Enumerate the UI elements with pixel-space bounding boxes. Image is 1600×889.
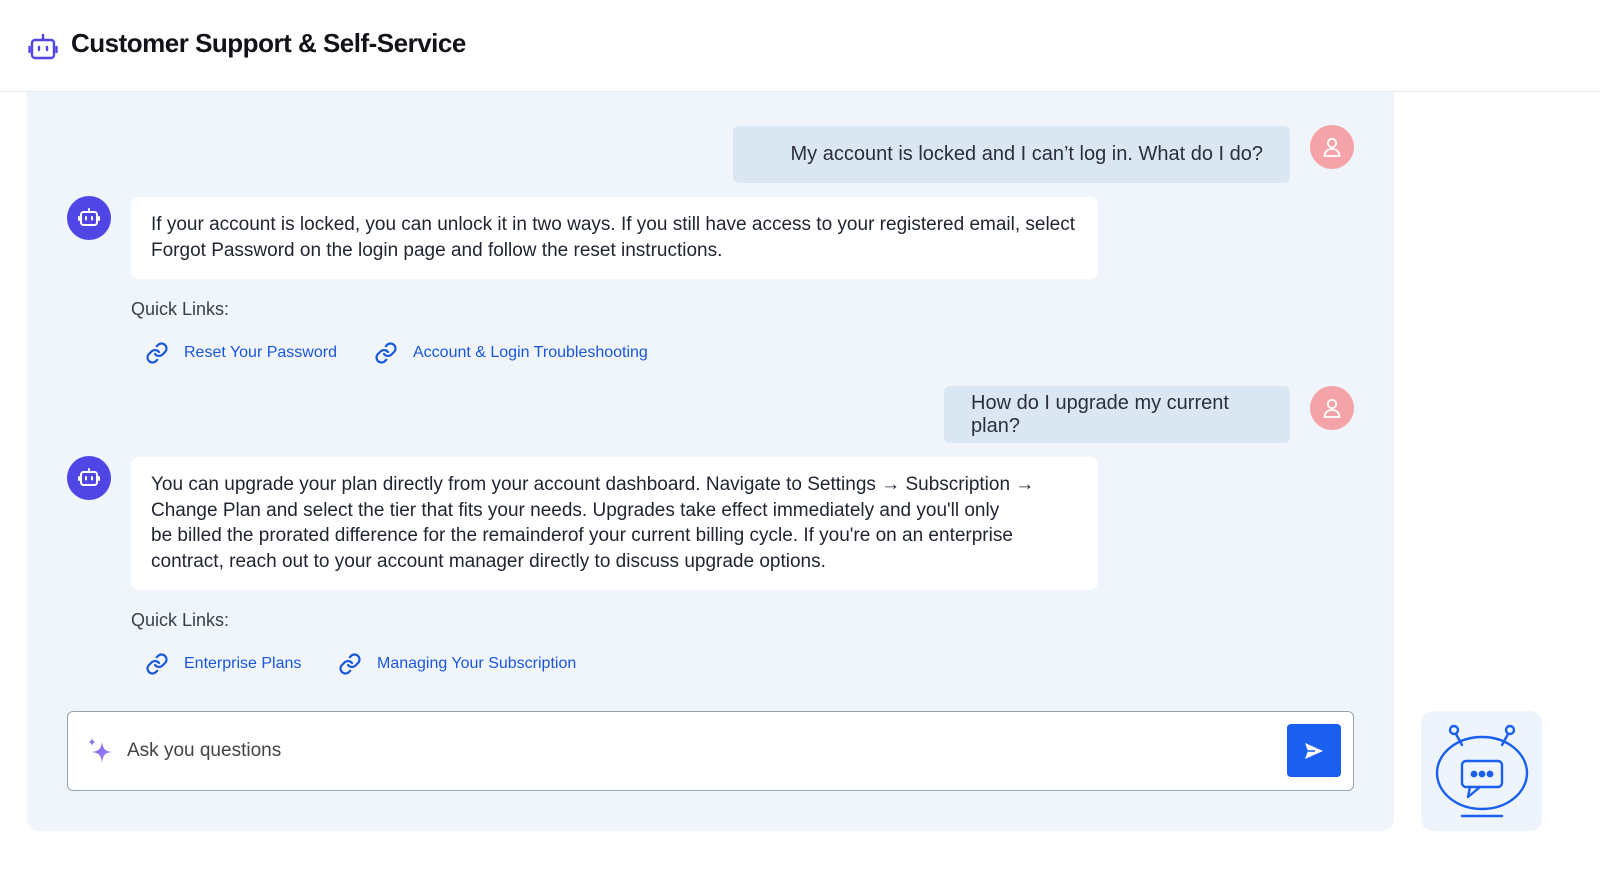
bot-message-line: contract, reach out to your account mana… [151, 550, 826, 572]
bot-message-line: Forgot Password on the login page and fo… [151, 239, 723, 261]
quick-links-label: Quick Links: [131, 610, 230, 630]
bot-message-line: be billed the prorated difference for th… [151, 525, 1013, 546]
bot-message: You can upgrade your plan directly from … [131, 457, 1098, 590]
link-icon [375, 342, 397, 364]
bot-message-line: Change Plan and select the tier that fit… [151, 499, 1000, 521]
robot-icon [78, 468, 100, 486]
quick-link-reset-password[interactable]: Reset Your Password [145, 341, 337, 365]
question-input[interactable] [127, 732, 1277, 770]
user-avatar [1310, 386, 1354, 430]
page-title: Customer Support & Self-Service [71, 28, 466, 58]
quick-links-label: Quick Links: [131, 299, 230, 319]
link-icon [146, 653, 168, 675]
robot-icon [28, 32, 58, 62]
link-icon [146, 342, 168, 364]
quick-link-login-troubleshooting[interactable]: Account & Login Troubleshooting [374, 341, 648, 365]
quick-link-label: Reset Your Password [184, 344, 337, 361]
user-message: How do I upgrade my current plan? [944, 386, 1290, 443]
quick-link-managing-subscription[interactable]: Managing Your Subscription [338, 652, 576, 676]
quick-link-label: Account & Login Troubleshooting [413, 344, 648, 361]
bot-avatar [67, 196, 111, 240]
chatbot-icon [1435, 724, 1528, 818]
header: Customer Support & Self-Service [0, 0, 1600, 92]
robot-icon [78, 208, 100, 226]
user-message-text: How do I upgrade my current plan? [971, 391, 1229, 437]
bot-message-line: If your account is locked, you can unloc… [151, 214, 1076, 235]
sparkle-icon [86, 736, 118, 773]
chat-composer [67, 711, 1354, 791]
user-avatar [1310, 125, 1354, 169]
user-icon [1323, 137, 1341, 157]
quick-link-label: Managing Your Subscription [377, 655, 577, 672]
quick-link-label: Enterprise Plans [184, 655, 302, 672]
send-button[interactable] [1287, 724, 1341, 777]
user-message-text: My account is locked and I can’t log in.… [790, 143, 1263, 165]
user-icon [1323, 398, 1341, 418]
user-message: My account is locked and I can’t log in.… [733, 126, 1290, 183]
chatbot-launcher[interactable] [1421, 711, 1542, 831]
bot-message: If your account is locked, you can unloc… [131, 197, 1098, 279]
link-icon [339, 653, 361, 675]
bot-message-line: You can upgrade your plan directly from … [151, 474, 1035, 495]
send-icon [1305, 742, 1323, 759]
quick-link-enterprise-plans[interactable]: Enterprise Plans [145, 652, 301, 676]
bot-avatar [67, 456, 111, 500]
